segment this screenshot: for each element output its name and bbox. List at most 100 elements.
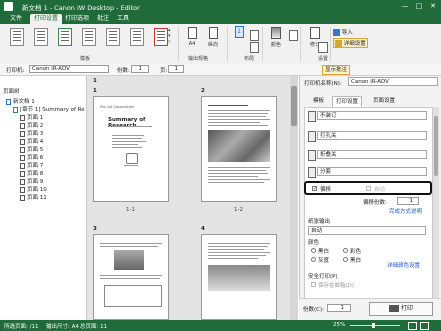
- radio-bw2-label: 黑白: [350, 258, 362, 264]
- layout-button[interactable]: 1: [232, 26, 246, 38]
- import-button[interactable]: 导入: [333, 28, 353, 36]
- tree-page-item[interactable]: 页面 9: [20, 178, 43, 186]
- color-detail-link[interactable]: 详细颜色设置: [387, 261, 420, 269]
- page-number-3: 3: [93, 226, 97, 232]
- tab-templates[interactable]: 模板: [310, 96, 327, 106]
- template-thumb-3[interactable]: [58, 28, 72, 46]
- print-button-label: 打印: [400, 305, 413, 312]
- sort-select[interactable]: 分套: [317, 167, 427, 176]
- radio-gray[interactable]: [311, 257, 316, 262]
- tree-page-item[interactable]: 页面 6: [20, 154, 43, 162]
- radio-color[interactable]: [343, 248, 348, 253]
- table-image: [104, 285, 162, 307]
- tab-file[interactable]: 文件: [6, 14, 26, 24]
- output-tray-label: 纸张输出: [308, 219, 331, 225]
- preview-page-2[interactable]: [201, 96, 277, 202]
- printer-select[interactable]: Canon iR-ADV: [29, 65, 109, 73]
- gallery-scroll-icon[interactable]: ▴ ▾ ▿: [168, 27, 171, 45]
- color-mode-label: 颜色: [270, 42, 281, 48]
- tab-page-settings[interactable]: 页面设置: [370, 96, 398, 106]
- staple-select[interactable]: 不装订: [317, 111, 427, 120]
- sort-icon: [308, 167, 316, 178]
- tree-page-item[interactable]: 页面 10: [20, 186, 47, 194]
- tree-page-item[interactable]: 页面 5: [20, 146, 43, 154]
- tab-print-settings[interactable]: 打印设置: [30, 14, 63, 24]
- template-thumb-2[interactable]: [34, 28, 48, 46]
- template-thumb-1[interactable]: [10, 28, 24, 46]
- paper-size-button[interactable]: A4: [184, 27, 200, 47]
- secure-print-checkbox[interactable]: [311, 282, 316, 287]
- tree-root[interactable]: 新文档 1: [6, 98, 35, 106]
- preview-page-1[interactable]: Pro-1st Corporation Summary of Research: [93, 96, 169, 202]
- secure-print-option: 保存在邮箱(D): [318, 283, 355, 289]
- tab-print-options[interactable]: 打印选项: [61, 14, 93, 24]
- tree-page-label: 页面 1: [27, 115, 44, 121]
- tree-page-item[interactable]: 页面 11: [20, 194, 47, 202]
- print-button[interactable]: 打印: [369, 302, 433, 316]
- duplex-icon[interactable]: [289, 30, 298, 41]
- tree-page-item[interactable]: 页面 7: [20, 162, 43, 170]
- page-icon: [20, 114, 25, 121]
- detail-settings-icon: [335, 40, 342, 47]
- page-label-1: 1-1: [126, 207, 135, 213]
- color-mode-button[interactable]: 颜色: [268, 27, 284, 48]
- preview-page-4[interactable]: [201, 234, 277, 320]
- finishing-detail-link[interactable]: 完成方式说明: [389, 207, 422, 215]
- tree-chapter[interactable]: [章节 1] Summary of Re: [13, 106, 85, 114]
- radio-bw2[interactable]: [343, 257, 348, 262]
- template-thumb-6[interactable]: [130, 28, 144, 46]
- punch-select[interactable]: 打孔关: [317, 131, 427, 140]
- offset-copies-field[interactable]: 1: [397, 197, 419, 205]
- fold-select[interactable]: 折叠关: [317, 150, 427, 159]
- document-icon: [6, 98, 11, 105]
- template-thumb-5[interactable]: [106, 28, 120, 46]
- detail-settings-button[interactable]: 详细设置: [333, 38, 368, 48]
- preview-scroll-thumb[interactable]: [291, 86, 297, 126]
- settings-group-label: 设置: [318, 56, 329, 62]
- preview-page-3[interactable]: [93, 234, 169, 320]
- tree-page-label: 页面 3: [27, 131, 44, 137]
- tree-page-label: 页面 5: [27, 147, 44, 153]
- zoom-slider[interactable]: [350, 325, 400, 326]
- tree-page-item[interactable]: 页面 4: [20, 138, 43, 146]
- template-thumb-4[interactable]: [82, 28, 96, 46]
- tree-page-item[interactable]: 页面 8: [20, 170, 43, 178]
- template-thumb-7[interactable]: [154, 28, 168, 46]
- tree-root-label: 新文档 1: [13, 99, 35, 105]
- auto-checkbox[interactable]: [366, 186, 371, 191]
- page-field[interactable]: 1: [168, 65, 184, 73]
- page-icon: [187, 27, 197, 39]
- tree-page-item[interactable]: 页面 1: [20, 114, 43, 122]
- page-icon: [20, 170, 25, 177]
- radio-bw[interactable]: [311, 248, 316, 253]
- tab-print-settings-panel[interactable]: 打印设置: [332, 96, 363, 107]
- tree-page-label: 页面 4: [27, 139, 44, 145]
- zoom-slider-thumb[interactable]: [372, 323, 375, 328]
- footer-copies-field[interactable]: 1: [327, 304, 351, 312]
- offset-checkbox[interactable]: ✓: [312, 186, 317, 192]
- view-mode-icon[interactable]: [408, 322, 417, 330]
- layout-small-icon[interactable]: [250, 30, 259, 41]
- tree-page-item[interactable]: 页面 3: [20, 130, 43, 138]
- minimize-button[interactable]: —: [398, 0, 412, 13]
- orientation-button[interactable]: 纵向: [204, 27, 222, 48]
- panel-printer-select[interactable]: Canon iR-ADV: [348, 77, 438, 86]
- view-mode-icon-2[interactable]: [420, 322, 429, 330]
- punch-icon[interactable]: [318, 42, 328, 53]
- import-label: 导入: [341, 30, 353, 36]
- copies-field[interactable]: 1: [131, 65, 149, 73]
- show-annotation-button[interactable]: 显示批注: [322, 65, 351, 75]
- tab-tools[interactable]: 工具: [113, 14, 133, 24]
- tree-page-item[interactable]: 页面 2: [20, 122, 43, 130]
- page-number-2: 2: [201, 88, 205, 94]
- settings-scroll-thumb[interactable]: [434, 116, 438, 176]
- close-button[interactable]: ✕: [426, 0, 440, 13]
- layout-small-icon-2[interactable]: [250, 42, 259, 53]
- maximize-button[interactable]: □: [412, 0, 426, 13]
- output-tray-select[interactable]: 自动: [308, 226, 426, 235]
- chapter-icon: [13, 106, 18, 113]
- tab-annotation[interactable]: 批注: [93, 14, 113, 24]
- output-size-status: 输出尺寸: A4: [46, 324, 79, 330]
- page-icon: [20, 186, 25, 193]
- ribbon-separator: [262, 27, 263, 61]
